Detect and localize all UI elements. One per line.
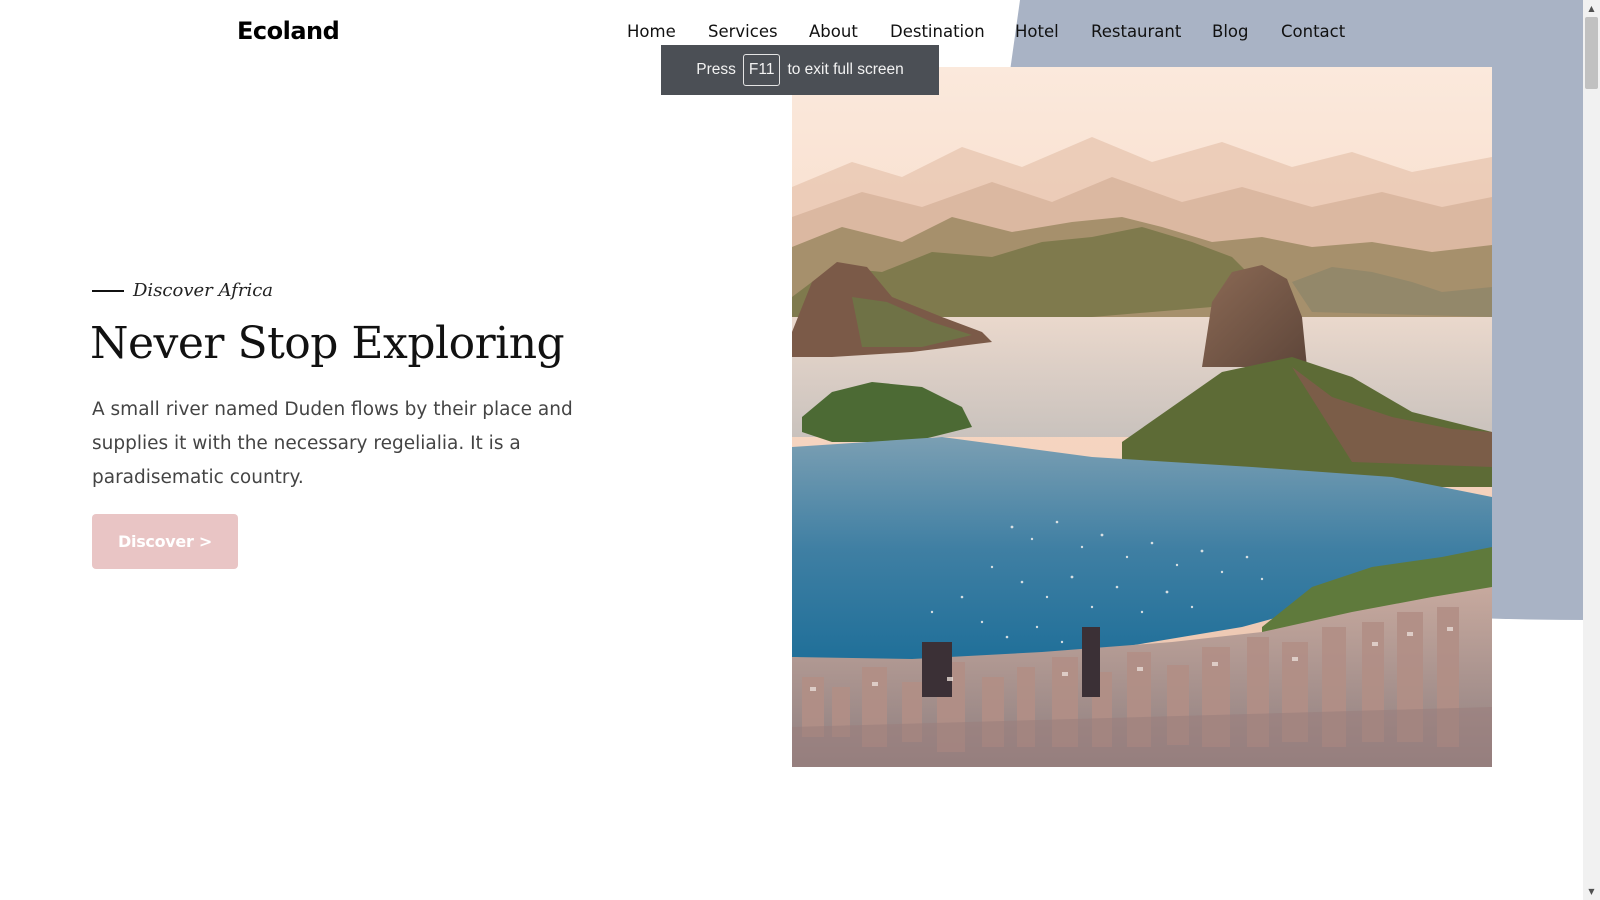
main-navigation: Home Services About Destination Hotel Re… [0, 22, 1600, 46]
nav-blog[interactable]: Blog [1212, 22, 1248, 41]
nav-home[interactable]: Home [627, 22, 676, 41]
kicker-text: Discover Africa [133, 280, 274, 301]
nav-about[interactable]: About [809, 22, 858, 41]
hero-landscape-image [792, 67, 1492, 767]
nav-services[interactable]: Services [708, 22, 778, 41]
scroll-up-icon[interactable]: ▲ [1583, 0, 1600, 17]
kicker-divider [92, 289, 124, 292]
toast-key: F11 [742, 54, 781, 86]
hero-title: Never Stop Exploring [90, 318, 565, 369]
hero-kicker: Discover Africa [92, 280, 273, 301]
fullscreen-toast: Press F11 to exit full screen [661, 45, 939, 95]
nav-destination[interactable]: Destination [890, 22, 985, 41]
nav-contact[interactable]: Contact [1281, 22, 1345, 41]
discover-button[interactable]: Discover > [92, 514, 238, 569]
page-scrollbar[interactable]: ▲ ▼ [1583, 0, 1600, 900]
scroll-down-icon[interactable]: ▼ [1583, 883, 1600, 900]
nav-restaurant[interactable]: Restaurant [1091, 22, 1181, 41]
hero-description: A small river named Duden flows by their… [92, 399, 573, 488]
toast-prefix: Press [696, 61, 736, 78]
nav-hotel[interactable]: Hotel [1015, 22, 1059, 41]
toast-suffix: to exit full screen [787, 61, 904, 78]
scroll-thumb[interactable] [1585, 17, 1598, 89]
